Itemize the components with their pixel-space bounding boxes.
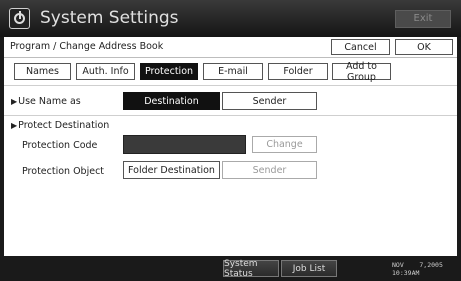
screen: System Settings Exit Program / Change Ad… — [0, 0, 461, 281]
protection-code-field — [123, 135, 246, 154]
tab-add-to-group[interactable]: Add to Group — [332, 61, 391, 83]
folder-destination-button[interactable]: Folder Destination — [123, 161, 220, 179]
time-text: 10:39AM — [392, 269, 420, 277]
destination-button[interactable]: Destination — [123, 92, 220, 110]
triangle-right-icon: ▶ — [11, 97, 18, 106]
section-divider — [4, 115, 457, 116]
use-name-as-heading: ▶Use Name as — [11, 96, 81, 108]
ok-button[interactable]: OK — [395, 39, 453, 55]
panel-header: Program / Change Address Book Cancel OK — [4, 37, 457, 58]
main-panel: Program / Change Address Book Cancel OK … — [4, 37, 457, 256]
protection-object-sender-button[interactable]: Sender — [222, 161, 317, 179]
status-bar: System Status Job List NOV 7,2005 10:39A… — [0, 256, 461, 281]
page-title: Program / Change Address Book — [10, 41, 164, 52]
title-bar: System Settings Exit — [0, 0, 461, 37]
exit-button[interactable]: Exit — [395, 10, 451, 28]
tab-folder[interactable]: Folder — [268, 63, 328, 80]
protection-object-label: Protection Object — [22, 166, 105, 177]
window-title: System Settings — [40, 8, 179, 28]
cancel-button[interactable]: Cancel — [331, 39, 390, 55]
tab-protection[interactable]: Protection — [140, 63, 198, 80]
tab-email[interactable]: E-mail — [203, 63, 263, 80]
job-list-button[interactable]: Job List — [281, 260, 337, 277]
protect-destination-heading: ▶Protect Destination — [11, 120, 109, 132]
use-name-as-label: Use Name as — [18, 96, 81, 107]
change-button[interactable]: Change — [252, 136, 317, 153]
sender-button[interactable]: Sender — [222, 92, 317, 110]
triangle-right-icon: ▶ — [11, 121, 18, 130]
tab-auth-info[interactable]: Auth. Info — [76, 63, 135, 80]
system-status-button[interactable]: System Status — [223, 259, 279, 279]
date-time: NOV 7,2005 10:39AM — [392, 261, 443, 277]
date-text: NOV 7,2005 — [392, 261, 443, 269]
tabs-divider — [4, 85, 457, 86]
protect-destination-label: Protect Destination — [18, 120, 110, 131]
protection-code-label: Protection Code — [22, 140, 98, 151]
tab-names[interactable]: Names — [14, 63, 71, 80]
system-settings-icon — [9, 8, 30, 29]
